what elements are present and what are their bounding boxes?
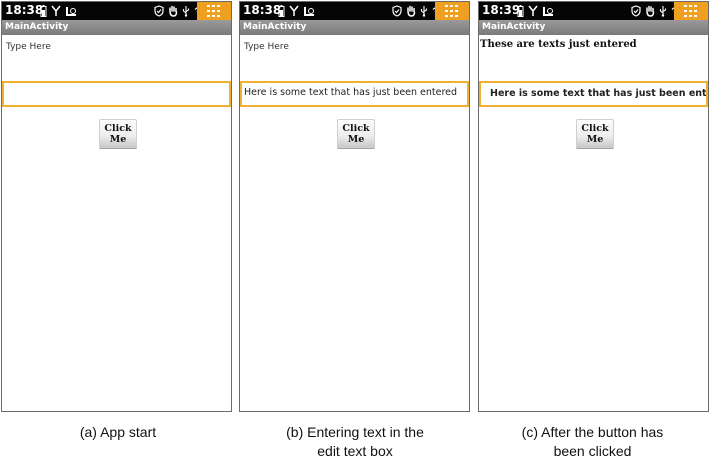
status-bar: 18:39 [479, 2, 708, 20]
shield-icon [392, 5, 402, 17]
menu-grid-icon [207, 5, 220, 17]
click-me-button[interactable]: Click Me [337, 119, 375, 148]
caption-line: (a) App start [79, 424, 157, 440]
signal-icon [289, 5, 299, 16]
output-textview: These are texts just entered [480, 39, 637, 50]
usb-icon [182, 6, 190, 17]
status-time: 18:38 [243, 3, 282, 17]
usb-icon [420, 6, 428, 17]
app-title-bar: MainActivity [479, 20, 708, 35]
phone-screen-after-click: 18:39 MainActivity These are texts just … [478, 1, 709, 412]
caption-line: (c) After the button has [521, 424, 664, 440]
menu-button[interactable] [197, 2, 231, 20]
click-me-button[interactable]: Click Me [576, 119, 614, 148]
caption-line: (b) Entering text in the [286, 424, 424, 440]
shield-icon [154, 5, 164, 17]
menu-button[interactable] [435, 2, 469, 20]
usb-debug-icon [304, 7, 314, 16]
caption-app-start: (a) App start [38, 423, 198, 442]
hand-icon [646, 5, 655, 17]
caption-line: edit text box [317, 443, 393, 459]
usb-debug-icon [543, 7, 553, 16]
output-textview: Type Here [6, 42, 51, 52]
phone-screen-app-start: 18:38 MainActivity Type Here Click Me [1, 1, 232, 412]
battery-icon [40, 5, 47, 17]
menu-button[interactable] [674, 2, 708, 20]
caption-line: been clicked [553, 443, 632, 459]
app-title-bar: MainActivity [2, 20, 231, 35]
status-bar: 18:38 [2, 2, 231, 20]
shield-icon [631, 5, 641, 17]
usb-debug-icon [66, 7, 76, 16]
hand-icon [407, 5, 416, 17]
hand-icon [169, 5, 178, 17]
menu-grid-icon [684, 5, 697, 17]
status-time: 18:39 [482, 3, 521, 17]
edit-text-box[interactable]: Here is some text that has just been ent… [240, 81, 469, 107]
signal-icon [528, 5, 538, 16]
click-me-button[interactable]: Click Me [99, 119, 137, 148]
usb-icon [659, 6, 667, 17]
battery-icon [278, 5, 285, 17]
signal-icon [51, 5, 61, 16]
caption-after-click: (c) After the button has been clicked [505, 423, 680, 461]
output-textview: Type Here [244, 42, 289, 52]
caption-entering-text: (b) Entering text in the edit text box [270, 423, 440, 461]
menu-grid-icon [445, 5, 458, 17]
app-title-bar: MainActivity [240, 20, 469, 35]
edit-text-box[interactable] [2, 81, 231, 107]
edit-text-box[interactable]: Here is some text that has just been ent… [479, 81, 708, 107]
battery-icon [517, 5, 524, 17]
status-bar: 18:38 [240, 2, 469, 20]
phone-screen-entering-text: 18:38 MainActivity Type Here Here is som… [239, 1, 470, 412]
status-time: 18:38 [5, 3, 44, 17]
